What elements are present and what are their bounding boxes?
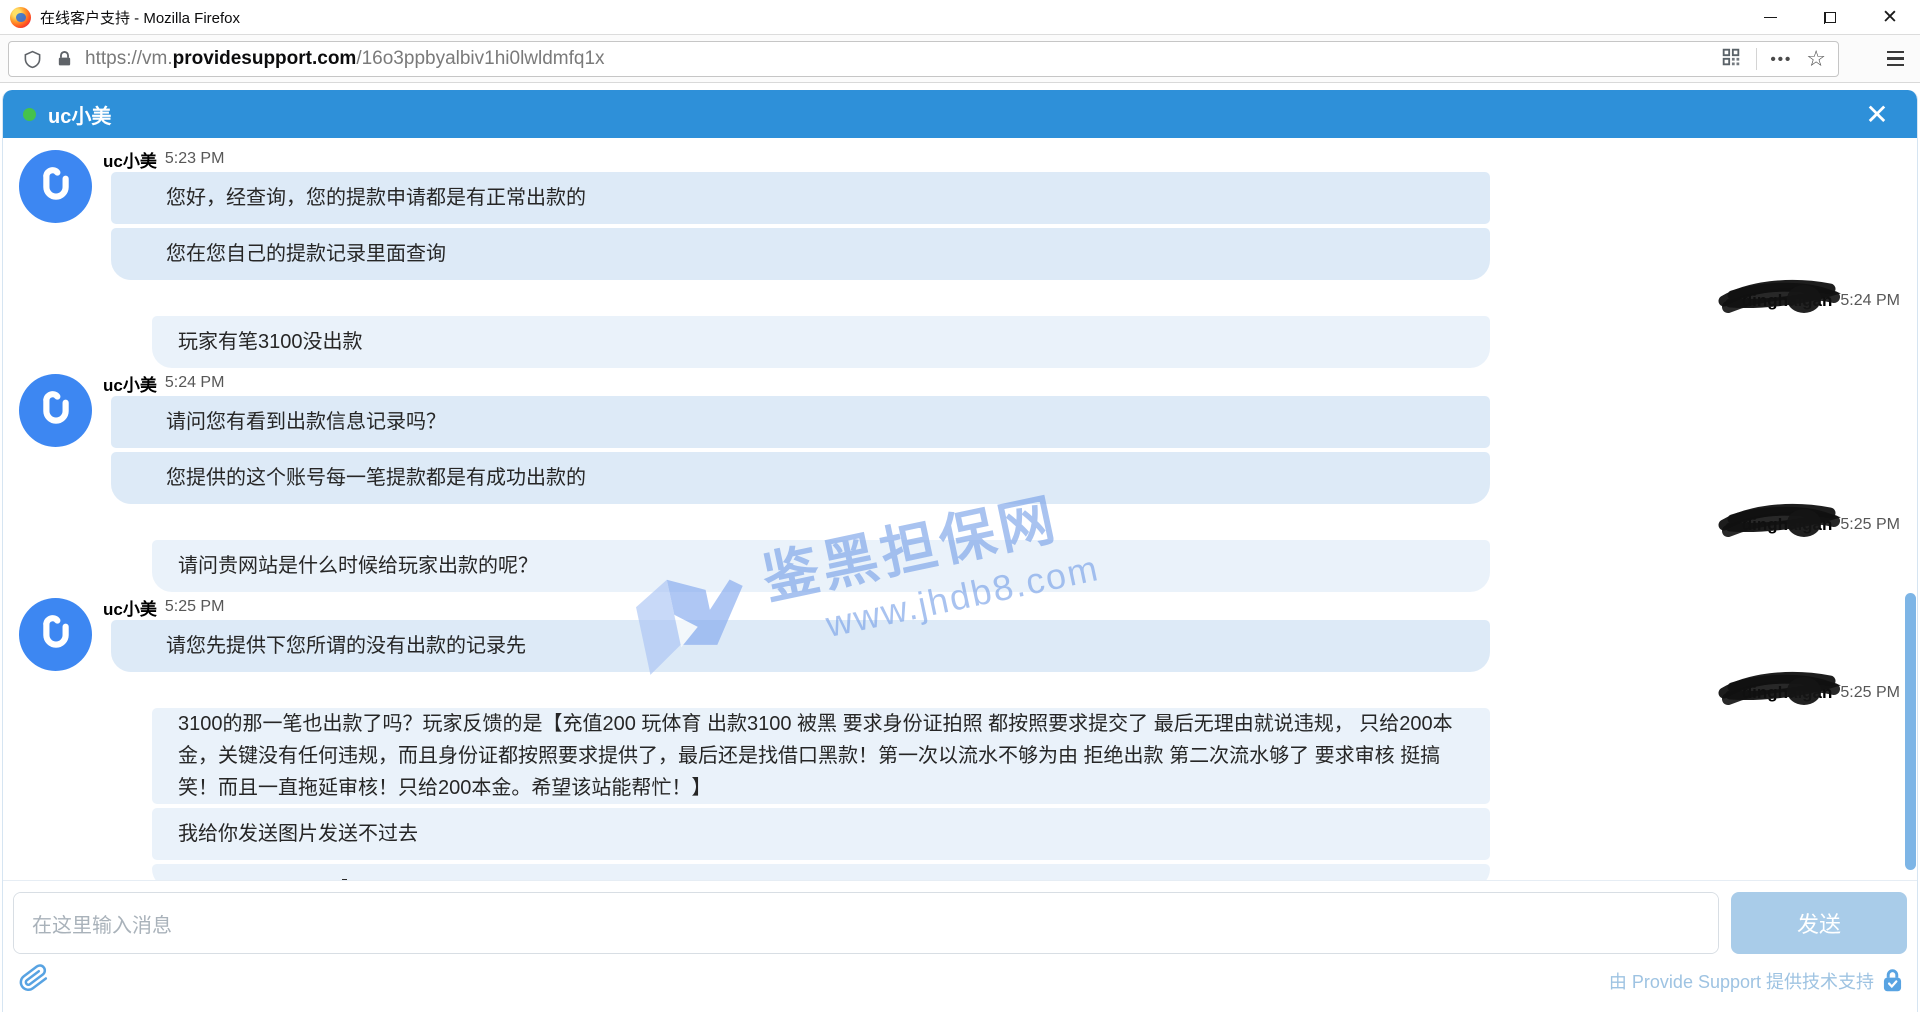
visitor-name: dinghaigan xyxy=(1742,291,1833,311)
agent-name: uc小美 xyxy=(103,371,157,396)
url-text[interactable]: https://vm.providesupport.com/16o3ppbyal… xyxy=(85,48,605,70)
chat-close-button[interactable]: ✕ xyxy=(1851,90,1903,138)
visitor-message-bubble: 我给你发送图片发送不过去 xyxy=(152,808,1490,860)
agent-message-bubble: 请问您有看到出款信息记录吗？ xyxy=(111,396,1490,448)
message-time: 5:23 PM xyxy=(165,150,225,168)
browser-navbar: https://vm.providesupport.com/16o3ppbyal… xyxy=(0,35,1920,83)
message-time: 5:25 PM xyxy=(1840,684,1900,702)
visitor-message-group: dinghaigan 5:25 PM 3100的那一笔也出款了吗？玩家反馈的是【充值… xyxy=(3,682,1917,880)
qr-code-icon[interactable] xyxy=(1720,46,1742,73)
agent-avatar xyxy=(19,150,92,223)
visitor-name: dinghaigan xyxy=(1742,515,1833,535)
minimize-icon xyxy=(1764,17,1777,19)
agent-name: uc小美 xyxy=(103,147,157,172)
agent-avatar-logo-icon xyxy=(34,613,78,657)
shield-icon[interactable] xyxy=(23,49,42,70)
agent-message-bubble: 您提供的这个账号每一笔提款都是有成功出款的 xyxy=(111,452,1490,504)
close-icon: ✕ xyxy=(1882,8,1898,27)
agent-avatar-logo-icon xyxy=(34,389,78,433)
visitor-message-group: dinghaigan 5:24 PM 玩家有笔3100没出款 xyxy=(3,290,1917,368)
message-time: 5:25 PM xyxy=(1840,516,1900,534)
close-window-button[interactable]: ✕ xyxy=(1860,0,1920,35)
visitor-name: dinghaigan xyxy=(1742,683,1833,703)
message-time: 5:24 PM xyxy=(165,374,225,392)
urlbar-separator xyxy=(1756,48,1757,70)
powered-by-link[interactable]: 由 Provide Support 提供技术支持 xyxy=(1609,968,1874,994)
online-status-dot xyxy=(23,108,36,121)
chat-widget: uc小美 ✕ uc小美 5:23 PM 您好，经查询，您的提款申请都是有正常出款的您… xyxy=(2,90,1918,1012)
agent-avatar xyxy=(19,598,92,671)
agent-message-group: uc小美 5:24 PM 请问您有看到出款信息记录吗？您提供的这个账号每一笔提款都是… xyxy=(3,372,1917,504)
message-time: 5:25 PM xyxy=(165,598,225,616)
visitor-message-bubble: 玩家有笔3100没出款 xyxy=(152,316,1490,368)
agent-message-group: uc小美 5:25 PM 请您先提供下您所谓的没有出款的记录先 xyxy=(3,596,1917,672)
chat-input-area: 发送 由 Provide Support 提供技术支持 xyxy=(3,880,1917,1012)
agent-message-bubble: 您在您自己的提款记录里面查询 xyxy=(111,228,1490,280)
message-input[interactable] xyxy=(13,892,1719,954)
agent-message-bubble: 请您先提供下您所谓的没有出款的记录先 xyxy=(111,620,1490,672)
attach-file-button[interactable] xyxy=(19,962,49,999)
url-bar[interactable]: https://vm.providesupport.com/16o3ppbyal… xyxy=(8,41,1839,77)
restore-button[interactable] xyxy=(1800,0,1860,35)
menu-icon[interactable] xyxy=(1887,51,1904,66)
agent-name: uc小美 xyxy=(103,595,157,620)
visitor-message-group: dinghaigan 5:25 PM 请问贵网站是什么时候给玩家出款的呢？ xyxy=(3,514,1917,592)
chat-header: uc小美 ✕ xyxy=(3,90,1917,138)
agent-message-bubble: 您好，经查询，您的提款申请都是有正常出款的 xyxy=(111,172,1490,224)
secure-lock-icon xyxy=(1882,969,1903,993)
message-time: 5:24 PM xyxy=(1840,292,1900,310)
lock-icon[interactable] xyxy=(56,49,73,69)
chat-scrollbar-thumb[interactable] xyxy=(1905,593,1916,870)
firefox-icon xyxy=(10,7,31,28)
message-list: uc小美 5:23 PM 您好，经查询，您的提款申请都是有正常出款的您在您自己的提款… xyxy=(3,138,1917,880)
agent-avatar-logo-icon xyxy=(34,165,78,209)
window-title: 在线客户支持 - Mozilla Firefox xyxy=(40,7,240,28)
browser-titlebar: 在线客户支持 - Mozilla Firefox ✕ xyxy=(0,0,1920,35)
minimize-button[interactable] xyxy=(1740,0,1800,35)
send-button[interactable]: 发送 xyxy=(1731,892,1907,954)
visitor-message-bubble: 请问贵网站是什么时候给玩家出款的呢？ xyxy=(152,540,1490,592)
agent-message-group: uc小美 5:23 PM 您好，经查询，您的提款申请都是有正常出款的您在您自己的提款… xyxy=(3,148,1917,280)
page-actions-icon[interactable]: ••• xyxy=(1771,51,1793,68)
bookmark-star-icon[interactable]: ☆ xyxy=(1806,46,1826,72)
visitor-message-bubble: 3100的那一笔也出款了吗？玩家反馈的是【充值200 玩体育 出款3100 被黑… xyxy=(152,708,1490,804)
agent-avatar xyxy=(19,374,92,447)
chat-title: uc小美 xyxy=(48,100,111,129)
restore-icon xyxy=(1825,12,1836,23)
visitor-message-bubble xyxy=(152,864,1490,880)
